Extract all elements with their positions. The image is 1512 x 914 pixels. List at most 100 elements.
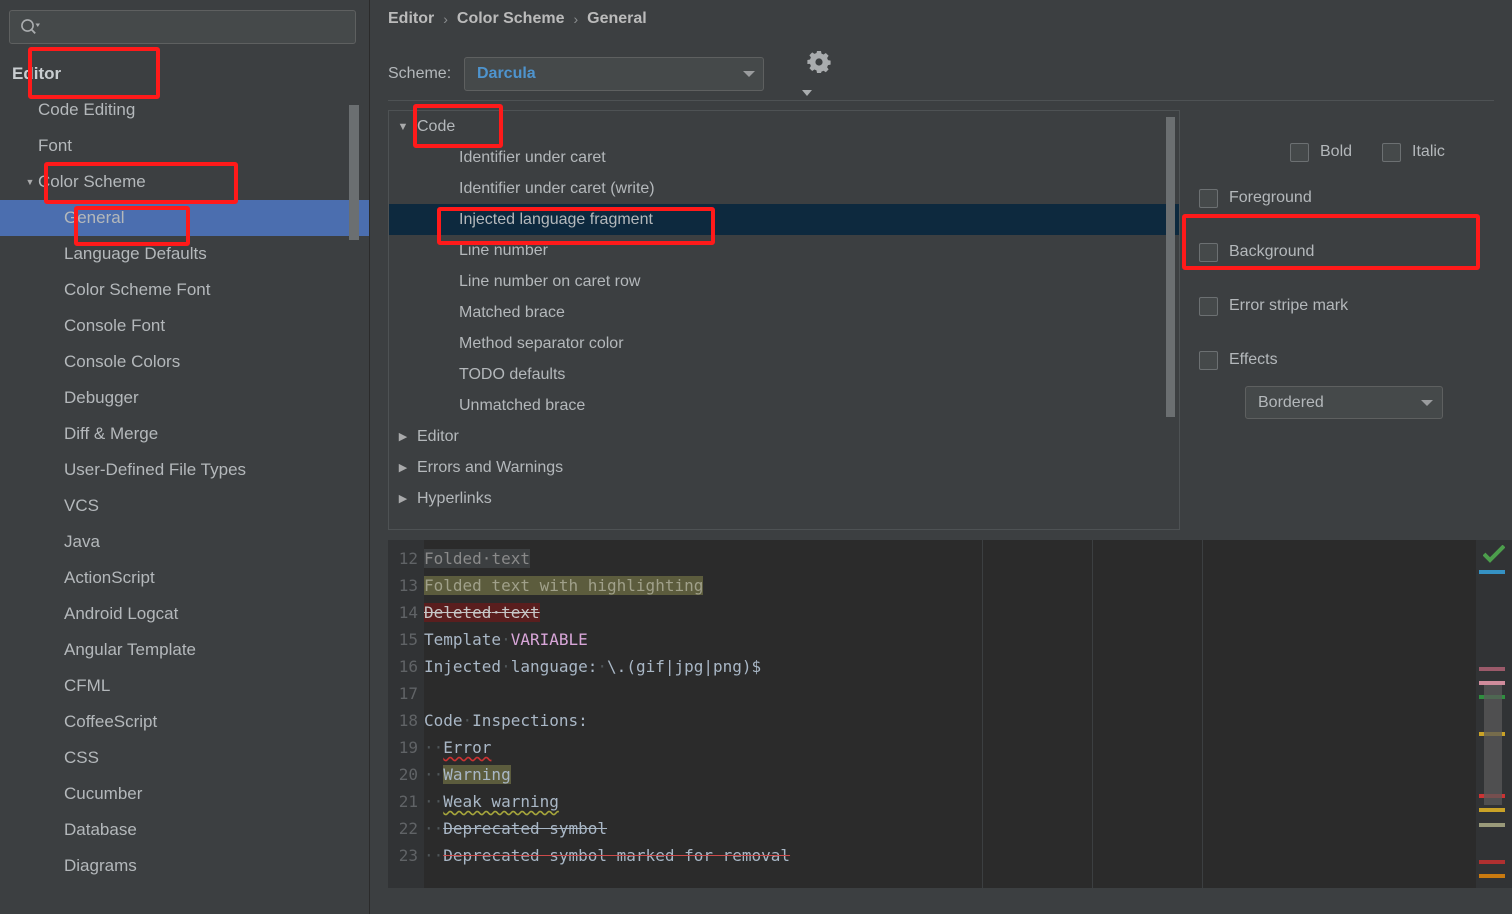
sidebar-item-user-defined-file-types[interactable]: User-Defined File Types (0, 452, 369, 488)
chevron-down-icon[interactable]: ▼ (22, 177, 38, 187)
attribute-row[interactable]: ▶ Hyperlinks (389, 483, 1179, 514)
attribute-row[interactable]: Matched brace (389, 297, 1179, 328)
effects-checkbox[interactable] (1199, 350, 1218, 370)
foreground-checkbox[interactable] (1199, 188, 1218, 208)
sidebar-item-color-scheme[interactable]: ▼ Color Scheme (0, 164, 369, 200)
error-stripe-mark-row[interactable]: Error stripe mark (1199, 288, 1499, 324)
attribute-row-label: Editor (417, 427, 459, 445)
sidebar-item-cfml[interactable]: CFML (0, 668, 369, 704)
code-token: ·· (424, 765, 444, 784)
sidebar-item-actionscript[interactable]: ActionScript (0, 560, 369, 596)
sidebar-item-label: General (64, 208, 125, 227)
chevron-right-icon[interactable]: ▶ (389, 492, 417, 505)
attribute-row[interactable]: ▶ Editor (389, 421, 1179, 452)
code-token: Folded (424, 549, 482, 568)
code-line: 17 (388, 680, 1468, 707)
sidebar-item-label: CoffeeScript (64, 712, 158, 731)
code-token: \.(gif|jpg|png)$ (607, 657, 762, 676)
code-token: · (481, 549, 492, 568)
code-token: Code (424, 711, 463, 730)
chevron-down-icon (1421, 399, 1433, 406)
attribute-row[interactable]: ▶ Errors and Warnings (389, 452, 1179, 483)
sidebar-item-editor[interactable]: Editor (0, 56, 369, 92)
error-stripe-mark[interactable] (1479, 667, 1505, 671)
line-number: 20 (398, 765, 418, 784)
bold-checkbox-row[interactable]: Bold (1290, 134, 1352, 170)
chevron-right-icon[interactable]: ▶ (389, 430, 417, 443)
error-stripe-mark[interactable] (1479, 874, 1505, 878)
line-number: 23 (398, 846, 418, 865)
scheme-preview-editor[interactable]: 12 Folded·text 13 Folded text with highligh… (388, 540, 1512, 888)
sidebar-scrollbar-thumb[interactable] (349, 105, 359, 240)
attribute-row[interactable]: Method separator color (389, 328, 1179, 359)
italic-checkbox[interactable] (1382, 142, 1402, 162)
attribute-row-label: TODO defaults (459, 365, 566, 383)
error-stripe-panel[interactable] (1476, 540, 1512, 888)
error-stripe-mark[interactable] (1479, 823, 1505, 827)
attribute-row[interactable]: Identifier under caret (write) (389, 173, 1179, 204)
breadcrumb-item[interactable]: Editor (388, 10, 434, 28)
sidebar-item-database[interactable]: Database (0, 812, 369, 848)
code-line: 20 ··Warning (388, 761, 1468, 788)
error-stripe-mark[interactable] (1479, 808, 1505, 812)
attribute-options-panel: Bold Italic Foreground Background Error st… (1190, 118, 1500, 428)
chevron-right-icon[interactable]: ▶ (389, 461, 417, 474)
attribute-row-label: Line number on caret row (459, 272, 641, 290)
sidebar-item-css[interactable]: CSS (0, 740, 369, 776)
sidebar-item-color-scheme-font[interactable]: Color Scheme Font (0, 272, 369, 308)
scheme-settings-button[interactable] (802, 50, 840, 96)
sidebar-item-angular-template[interactable]: Angular Template (0, 632, 369, 668)
sidebar-item-debugger[interactable]: Debugger (0, 380, 369, 416)
attribute-row[interactable]: Unmatched brace (389, 390, 1179, 421)
background-row[interactable]: Background (1199, 234, 1499, 270)
code-token: language: (510, 657, 598, 676)
chevron-down-icon[interactable]: ▼ (389, 121, 417, 133)
attribute-row[interactable]: Injected language fragment (389, 204, 1179, 235)
sidebar-item-language-defaults[interactable]: Language Defaults (0, 236, 369, 272)
attribute-tree-scrollbar-thumb[interactable] (1166, 117, 1175, 417)
scheme-dropdown[interactable]: Darcula (464, 57, 764, 91)
attribute-row[interactable]: ▼ Code (389, 111, 1179, 142)
error-stripe-mark[interactable] (1479, 860, 1505, 864)
sidebar-item-diff-merge[interactable]: Diff & Merge (0, 416, 369, 452)
sidebar-item-console-font[interactable]: Console Font (0, 308, 369, 344)
breadcrumb-separator: › (443, 11, 448, 27)
code-token: VARIABLE (510, 630, 588, 649)
sidebar-item-cucumber[interactable]: Cucumber (0, 776, 369, 812)
option-label: Background (1229, 243, 1315, 260)
sidebar-item-label: User-Defined File Types (64, 460, 247, 479)
background-checkbox[interactable] (1199, 242, 1218, 262)
attribute-row[interactable]: Identifier under caret (389, 142, 1179, 173)
attribute-row-label: Code (417, 117, 456, 135)
error-stripe-mark-checkbox[interactable] (1199, 296, 1218, 316)
code-token: · (462, 711, 473, 730)
sidebar-item-diagrams[interactable]: Diagrams (0, 848, 369, 884)
code-token: ·· (424, 846, 444, 865)
search-input[interactable] (9, 10, 356, 44)
sidebar-item-android-logcat[interactable]: Android Logcat (0, 596, 369, 632)
sidebar-item-code-editing[interactable]: Code Editing (0, 92, 369, 128)
breadcrumb-item[interactable]: General (587, 10, 647, 28)
effect-type-dropdown[interactable]: Bordered (1245, 386, 1443, 419)
line-number: 18 (398, 711, 418, 730)
attribute-row[interactable]: TODO defaults (389, 359, 1179, 390)
sidebar-item-coffeescript[interactable]: CoffeeScript (0, 704, 369, 740)
settings-sidebar: Editor Code Editing Font ▼ Color Scheme Gener… (0, 0, 369, 914)
foreground-row[interactable]: Foreground (1199, 180, 1499, 216)
effects-row[interactable]: Effects (1199, 342, 1499, 378)
sidebar-item-general[interactable]: General (0, 200, 369, 236)
attribute-row[interactable]: Line number on caret row (389, 266, 1179, 297)
attribute-row[interactable]: Line number (389, 235, 1179, 266)
bold-checkbox[interactable] (1290, 142, 1309, 162)
error-stripe-mark[interactable] (1479, 570, 1505, 574)
sidebar-item-font[interactable]: Font (0, 128, 369, 164)
attribute-row-label: Unmatched brace (459, 396, 586, 414)
sidebar-item-console-colors[interactable]: Console Colors (0, 344, 369, 380)
settings-category-tree[interactable]: Editor Code Editing Font ▼ Color Scheme Gener… (0, 56, 369, 914)
breadcrumb-item[interactable]: Color Scheme (457, 10, 565, 28)
italic-checkbox-row[interactable]: Italic (1382, 134, 1445, 170)
sidebar-item-java[interactable]: Java (0, 524, 369, 560)
sidebar-item-vcs[interactable]: VCS (0, 488, 369, 524)
color-attribute-tree[interactable]: ▼ Code Identifier under caret Identifier un… (388, 110, 1180, 530)
editor-scrollbar-thumb[interactable] (1484, 685, 1502, 805)
